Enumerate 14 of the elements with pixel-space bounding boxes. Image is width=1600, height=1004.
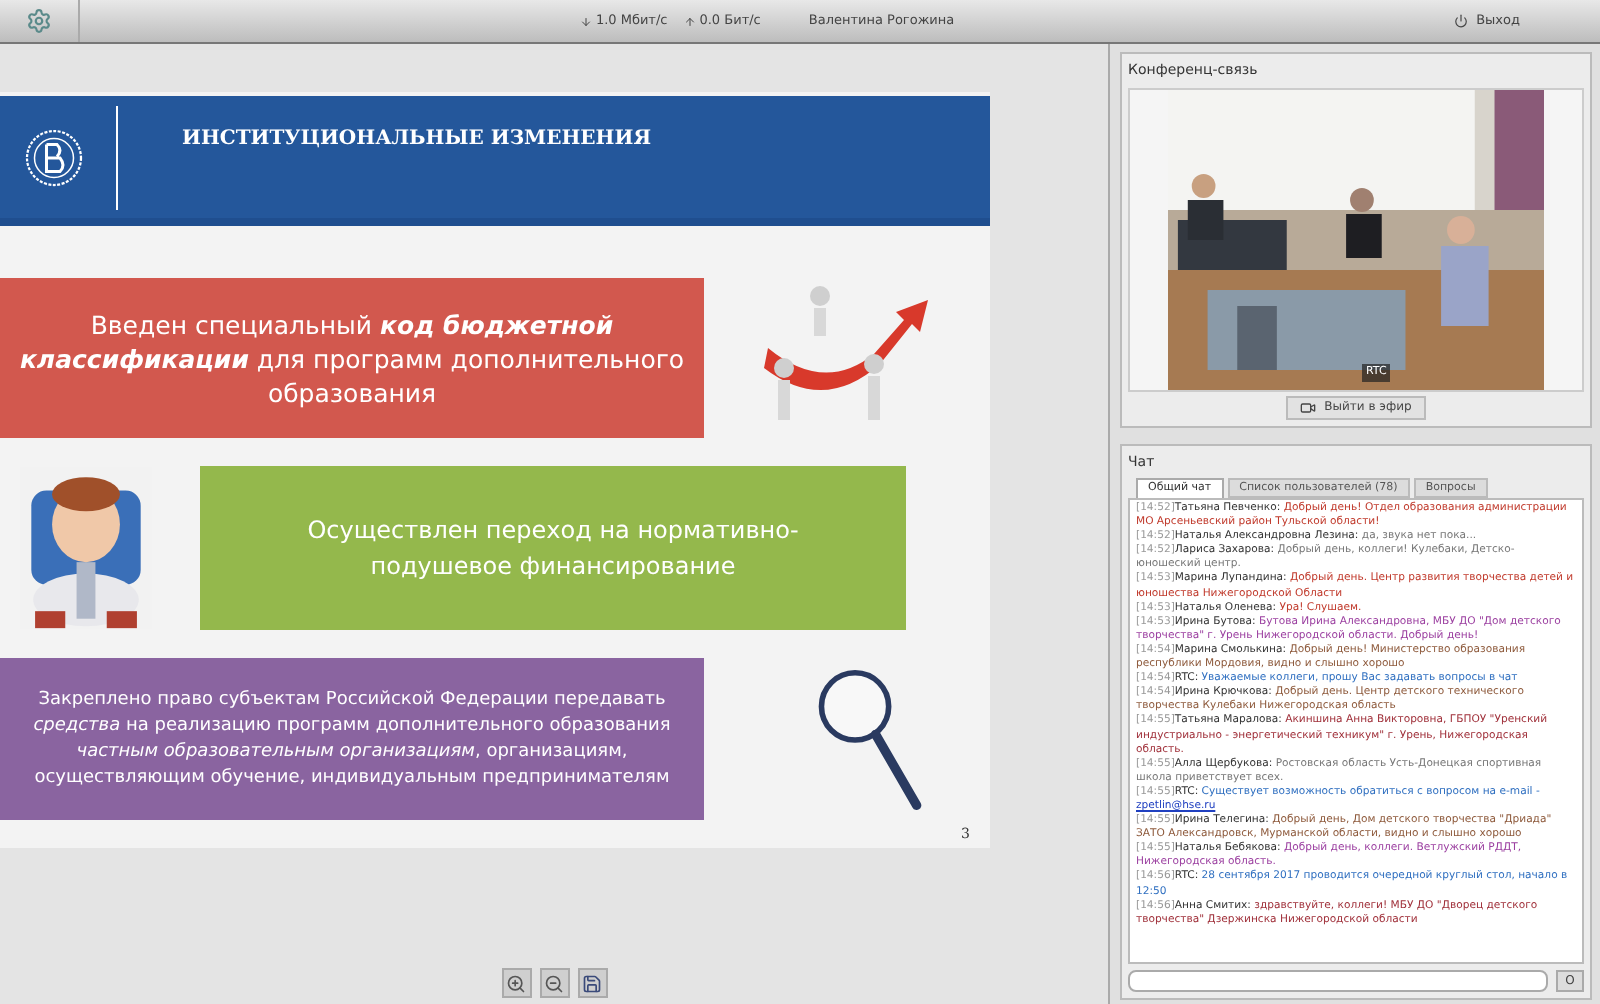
slide-title: ИНСТИТУЦИОНАЛЬНЫЕ ИЗМЕНЕНИЯ (182, 126, 652, 154)
slide-block: Введен специальный код бюджетной классификации для программ дополнительного образования (0, 278, 704, 438)
download-icon (579, 15, 592, 27)
upload-icon (683, 15, 696, 27)
slide-block: Осуществлен переход на нормативно-подушевое финансирование (200, 466, 906, 630)
camera-icon (1300, 399, 1317, 415)
save-button[interactable] (577, 968, 607, 998)
slide-block: Закреплено право субъектам Российской Федерации передавать средства на реализацию программ дополнительного образования частным образовательным организациям, организациям, осуществляющим обучение, индивидуальным предпринимателям (0, 658, 704, 820)
message-input[interactable] (1128, 970, 1548, 992)
power-icon (1454, 14, 1469, 28)
zoom-out-button[interactable] (539, 968, 569, 998)
university-logo-icon (24, 127, 84, 187)
settings-icon[interactable] (26, 8, 52, 34)
zoom-in-button[interactable] (501, 968, 531, 998)
